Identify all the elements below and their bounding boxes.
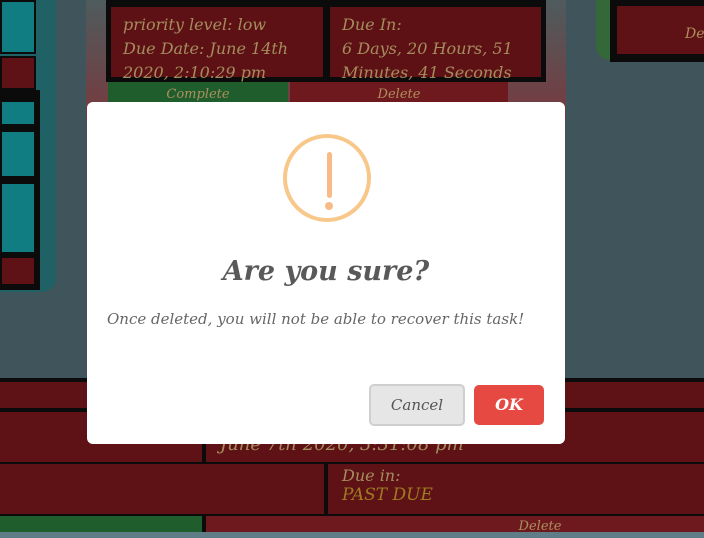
ok-button[interactable]: OK — [474, 385, 544, 425]
confirm-dialog: Are you sure? Once deleted, you will not… — [87, 102, 565, 444]
dialog-title: Are you sure? — [222, 256, 430, 287]
cancel-button[interactable]: Cancel — [369, 384, 465, 426]
warning-icon — [283, 134, 371, 222]
warning-icon-bar — [327, 152, 332, 198]
dialog-text: Once deleted, you will not be able to re… — [107, 310, 525, 328]
warning-icon-dot — [325, 202, 333, 210]
